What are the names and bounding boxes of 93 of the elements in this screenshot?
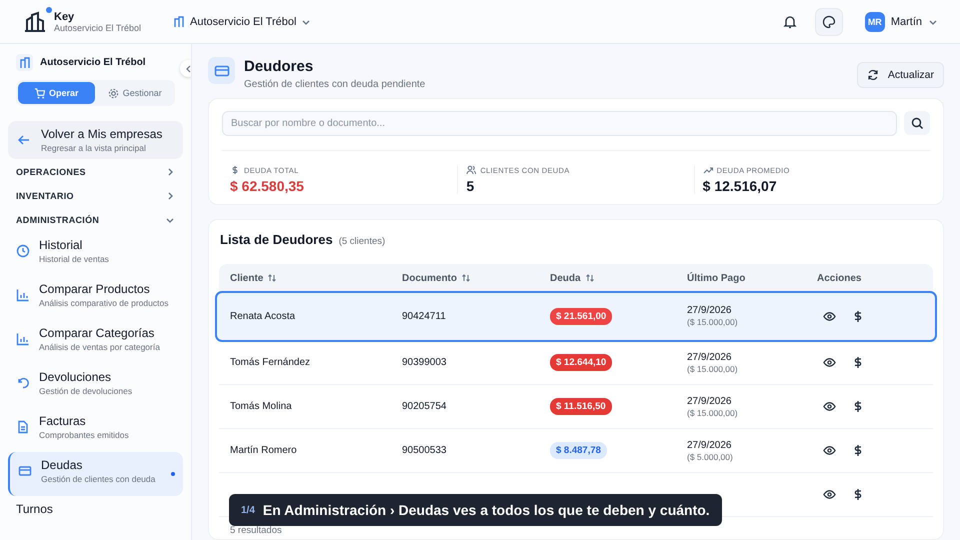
dollar-icon[interactable]	[852, 310, 864, 322]
view-eye-icon[interactable]	[823, 310, 836, 322]
view-eye-icon[interactable]	[823, 488, 836, 501]
client-name: Tomás Fernández	[230, 357, 312, 368]
last-payment-date: 27/9/2026	[687, 305, 732, 316]
table-row[interactable]: Tomás Fernández 90399003 $ 12.644,10 27/9/2026 ($ 15.000,00)	[219, 341, 933, 385]
gear-icon	[108, 88, 119, 98]
app-company: Autoservicio El Trébol	[54, 22, 142, 32]
building-icon	[16, 54, 33, 71]
building-icon	[173, 16, 186, 28]
column-header: Último Pago	[687, 272, 746, 284]
dollar-icon	[230, 165, 240, 175]
notification-bell-icon[interactable]	[782, 14, 797, 28]
stat-value: $ 12.516,07	[702, 178, 778, 194]
nav-item[interactable]: Comparar Productos Análisis comparativo de productos	[8, 276, 183, 320]
debt-amount: $ 12.644,10	[550, 354, 612, 371]
nav-item[interactable]: Historial Historial de ventas	[8, 232, 183, 276]
cart-icon	[34, 88, 45, 98]
view-eye-icon[interactable]	[823, 356, 836, 369]
search-button[interactable]	[904, 111, 930, 135]
debt-amount: $ 8.487,78	[550, 442, 607, 459]
column-header[interactable]: Cliente	[230, 272, 402, 284]
results-count: 5 resultados	[229, 524, 283, 538]
page-title: Deudores	[244, 58, 314, 75]
view-eye-icon[interactable]	[823, 444, 836, 457]
last-payment-date: 27/9/2026	[687, 440, 732, 450]
last-payment-amount: ($ 15.000,00)	[687, 408, 739, 418]
nav-item[interactable]: Facturas Comprobantes emitidos	[8, 408, 183, 452]
trend-icon	[702, 165, 713, 175]
step-counter: 1/4	[241, 504, 255, 516]
active-dot	[171, 472, 175, 476]
file-icon	[16, 420, 30, 434]
nav-item[interactable]: Turnos	[8, 496, 183, 540]
last-payment-amount: ($ 15.000,00)	[687, 317, 739, 327]
app-name: Key	[54, 10, 76, 22]
last-payment-amount: ($ 5.000,00)	[687, 452, 734, 462]
refresh-icon	[866, 69, 879, 81]
chart-icon	[16, 288, 30, 302]
chart-icon	[16, 332, 30, 346]
arrow-left-icon	[17, 133, 31, 147]
client-name: Tomás Molina	[230, 401, 293, 412]
column-header: Acciones	[817, 272, 862, 284]
user-menu[interactable]: MR Martín	[858, 10, 944, 32]
document-number: 90424711	[402, 310, 447, 322]
nav-item[interactable]: Comparar Categorías Análisis de ventas por categoría	[8, 320, 183, 364]
palette-icon	[822, 14, 836, 28]
company-name: Autoservicio El Trébol	[40, 57, 146, 68]
client-name: Renata Acosta	[230, 310, 296, 322]
table-row[interactable]: Martín Romero 90500533 $ 8.487,78 27/9/2026 ($ 5.000,00)	[219, 429, 933, 473]
caption-text: En Administración › Deudas ves a todos los que te deben y cuánto.	[262, 502, 710, 518]
stat-value: 5	[466, 178, 476, 194]
table-row[interactable]: Renata Acosta 90424711 $ 21.561,00 27/9/2026 ($ 15.000,00)	[216, 292, 936, 341]
document-number: 90399003	[402, 357, 448, 368]
palette-button[interactable]	[814, 8, 843, 36]
dollar-icon[interactable]	[852, 444, 864, 457]
debt-amount: $ 11.516,50	[550, 398, 612, 415]
document-number: 90205754	[402, 401, 448, 412]
credit-card-icon	[208, 57, 235, 84]
document-number: 90500533	[402, 445, 448, 456]
section-header[interactable]: INVENTARIO	[8, 184, 183, 208]
dollar-icon[interactable]	[852, 488, 864, 501]
building-logo-icon	[24, 10, 46, 32]
mode-tab[interactable]: Gestionar	[96, 82, 173, 104]
last-payment-date: 27/9/2026	[687, 352, 732, 362]
column-header[interactable]: Documento	[402, 272, 550, 284]
debt-amount: $ 21.561,00	[550, 308, 612, 324]
dollar-icon[interactable]	[852, 400, 864, 413]
back-link[interactable]: Volver a Mis empresas Regresar a la vista principal	[8, 121, 183, 159]
users-icon	[466, 165, 476, 175]
last-payment-amount: ($ 15.000,00)	[687, 364, 739, 374]
refresh-button[interactable]: Actualizar	[856, 62, 944, 88]
nav-item[interactable]: Deudas Gestión de clientes con deuda	[8, 452, 183, 496]
section-header[interactable]: OPERACIONES	[8, 160, 183, 184]
clock-icon	[16, 244, 30, 258]
mode-tab[interactable]: Operar	[18, 82, 94, 104]
undo-icon	[16, 376, 30, 390]
search-icon	[910, 116, 924, 130]
stat-value: $ 62.580,35	[230, 178, 305, 194]
table-row[interactable]: Tomás Molina 90205754 $ 11.516,50 27/9/2026 ($ 15.000,00)	[219, 385, 933, 429]
client-name: Martín Romero	[230, 445, 298, 456]
chevron-left-icon	[184, 64, 191, 72]
section-header[interactable]: ADMINISTRACIÓN	[8, 208, 183, 232]
card-icon	[18, 464, 32, 478]
list-title: Lista de Deudores	[220, 232, 333, 247]
client-count: (5 clientes)	[338, 236, 386, 247]
company-selector[interactable]: Autoservicio El Trébol	[167, 14, 318, 28]
column-header[interactable]: Deuda	[550, 272, 687, 284]
nav-item[interactable]: Devoluciones Gestión de devoluciones	[8, 364, 183, 408]
search-field[interactable]: Buscar por nombre o documento...	[222, 111, 897, 136]
view-eye-icon[interactable]	[823, 400, 836, 413]
last-payment-date: 27/9/2026	[687, 396, 732, 406]
page-subtitle: Gestión de clientes con deuda pendiente	[244, 79, 426, 90]
dollar-icon[interactable]	[852, 356, 864, 369]
